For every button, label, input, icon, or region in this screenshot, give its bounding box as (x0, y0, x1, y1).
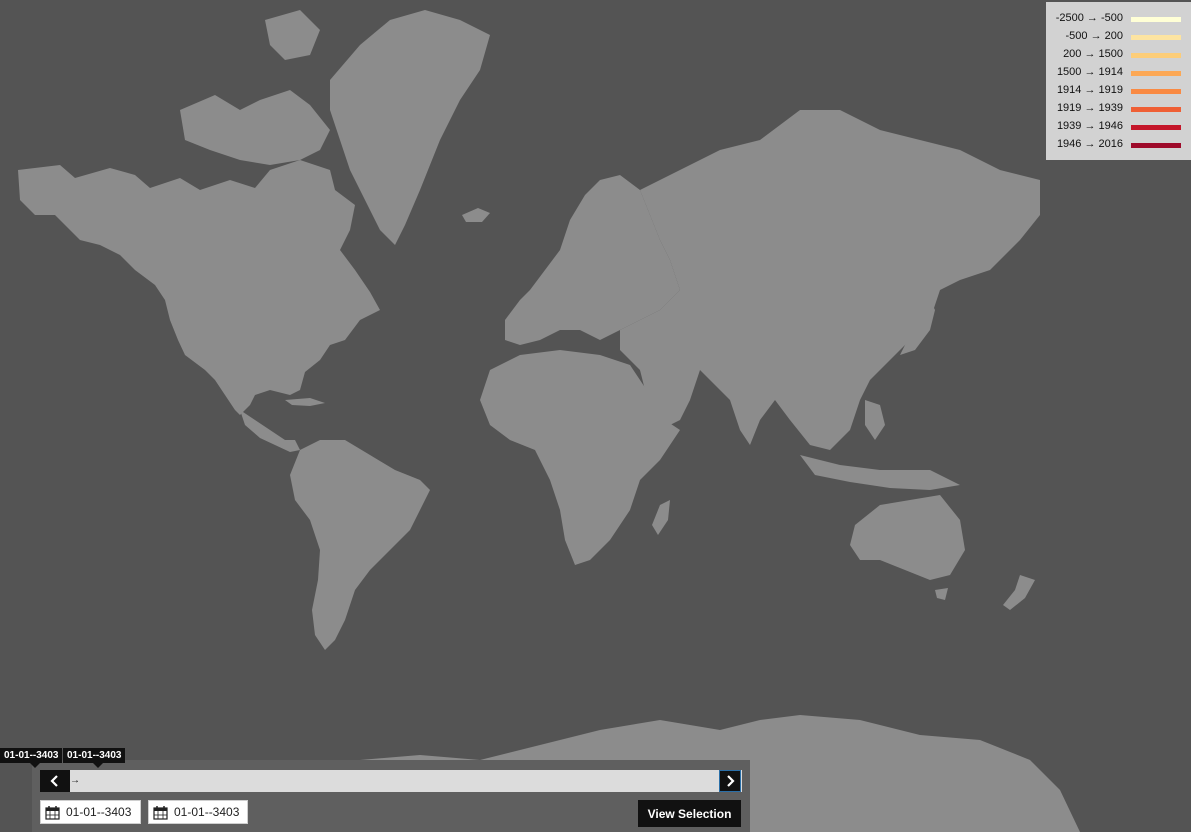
start-date-value: 01-01--3403 (66, 805, 132, 819)
legend-item: 200 → 1500 (1046, 47, 1191, 65)
legend-label: -500 → 200 (1065, 30, 1123, 42)
legend-item: 1914 → 1919 (1046, 83, 1191, 101)
end-date-tooltip: 01-01--3403 (63, 748, 126, 768)
legend-label: 1939 → 1946 (1056, 120, 1123, 132)
legend-item: -500 → 200 (1046, 29, 1191, 47)
legend-item: 1500 → 1914 (1046, 65, 1191, 83)
legend-item: -2500 → -500 (1046, 11, 1191, 29)
land-caribbean (285, 398, 325, 406)
legend-swatch (1131, 143, 1181, 148)
legend-label: 1946 → 2016 (1056, 138, 1123, 150)
calendar-icon (45, 805, 60, 820)
land-philippines (865, 400, 885, 440)
land-canadian-arctic (180, 90, 330, 165)
land-new-zealand (1003, 575, 1035, 610)
legend-item: 1919 → 1939 (1046, 101, 1191, 119)
world-map[interactable] (0, 0, 1191, 832)
legend-swatch (1131, 53, 1181, 58)
legend-label: 1919 → 1939 (1056, 102, 1123, 114)
end-date-value: 01-01--3403 (174, 805, 240, 819)
legend-swatch (1131, 125, 1181, 130)
land-madagascar (652, 500, 670, 535)
start-date-tooltip: 01-01--3403 (0, 748, 63, 768)
chevron-right-icon (727, 775, 735, 787)
legend-item: 1939 → 1946 (1046, 119, 1191, 137)
legend-item: 1946 → 2016 (1046, 137, 1191, 155)
legend: -2500 → -500 -500 → 200 200 → 1500 1500 … (1046, 2, 1191, 160)
next-button[interactable] (719, 770, 741, 792)
land-indonesia (800, 455, 960, 490)
chevron-left-icon (50, 775, 58, 787)
legend-label: -2500 → -500 (1055, 12, 1123, 24)
legend-swatch (1131, 107, 1181, 112)
end-date-input[interactable]: 01-01--3403 (148, 800, 248, 824)
start-date-input[interactable]: 01-01--3403 (40, 800, 141, 824)
legend-swatch (1131, 35, 1181, 40)
legend-swatch (1131, 89, 1181, 94)
land-australia (850, 495, 965, 580)
legend-label: 1914 → 1919 (1056, 84, 1123, 96)
land-iceland (462, 208, 490, 222)
legend-label: 200 → 1500 (1063, 48, 1123, 60)
land-tasmania (935, 588, 948, 600)
timeline-slider-track[interactable] (40, 770, 742, 792)
land-central-america (240, 410, 300, 452)
view-selection-button[interactable]: View Selection (638, 800, 741, 827)
map-canvas[interactable] (0, 0, 1191, 832)
legend-label: 1500 → 1914 (1056, 66, 1123, 78)
legend-swatch (1131, 17, 1181, 22)
prev-button[interactable] (40, 770, 70, 792)
land-north-america (18, 160, 380, 415)
legend-swatch (1131, 71, 1181, 76)
land-south-america (290, 440, 430, 650)
calendar-icon (153, 805, 168, 820)
land-arctic-islands (265, 10, 320, 60)
slider-handle-icon[interactable]: → (70, 776, 80, 786)
